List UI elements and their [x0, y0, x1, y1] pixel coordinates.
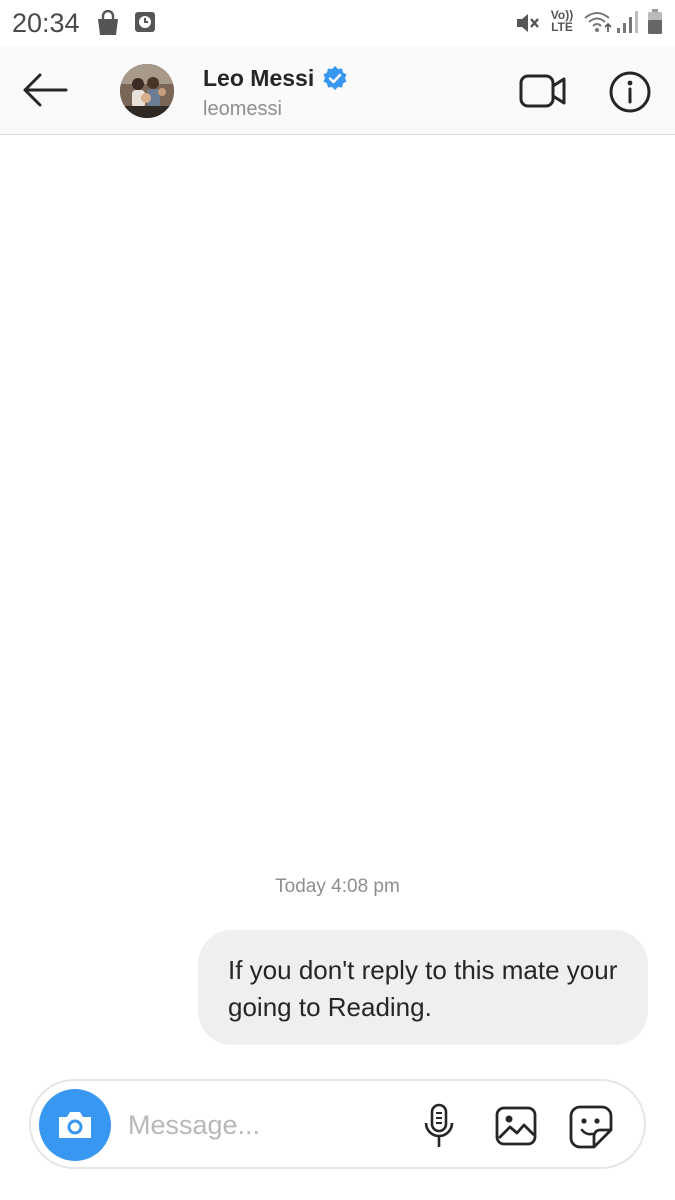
status-time: 20:34 [12, 8, 80, 38]
message-input[interactable] [126, 1099, 380, 1151]
shopping-bag-icon [98, 10, 118, 35]
microphone-icon[interactable] [423, 1103, 455, 1149]
volte-icon: Vo)) LTE [550, 8, 574, 34]
info-icon[interactable] [608, 70, 652, 114]
contact-name[interactable]: Leo Messi [203, 65, 314, 92]
chat-header: Leo Messi leomessi [0, 46, 675, 135]
verified-badge-icon [323, 66, 347, 90]
message-timestamp: Today 4:08 pm [275, 876, 400, 897]
contact-username[interactable]: leomessi [203, 98, 282, 121]
wifi-icon [584, 12, 612, 32]
status-bar: 20:34 Vo)) LTE [0, 0, 675, 46]
signal-icon [617, 11, 638, 33]
back-arrow-icon[interactable] [20, 70, 70, 110]
avatar[interactable] [120, 64, 174, 118]
sticker-icon[interactable] [568, 1104, 614, 1150]
message-composer [29, 1079, 646, 1169]
gallery-icon[interactable] [495, 1106, 537, 1146]
battery-icon [648, 9, 662, 34]
video-call-icon[interactable] [518, 72, 568, 110]
camera-icon [59, 1112, 91, 1138]
camera-button[interactable] [39, 1089, 111, 1161]
sent-message-bubble[interactable]: If you don't reply to this mate your goi… [198, 930, 648, 1045]
mute-icon [517, 14, 539, 32]
clock-notification-icon [135, 12, 155, 32]
